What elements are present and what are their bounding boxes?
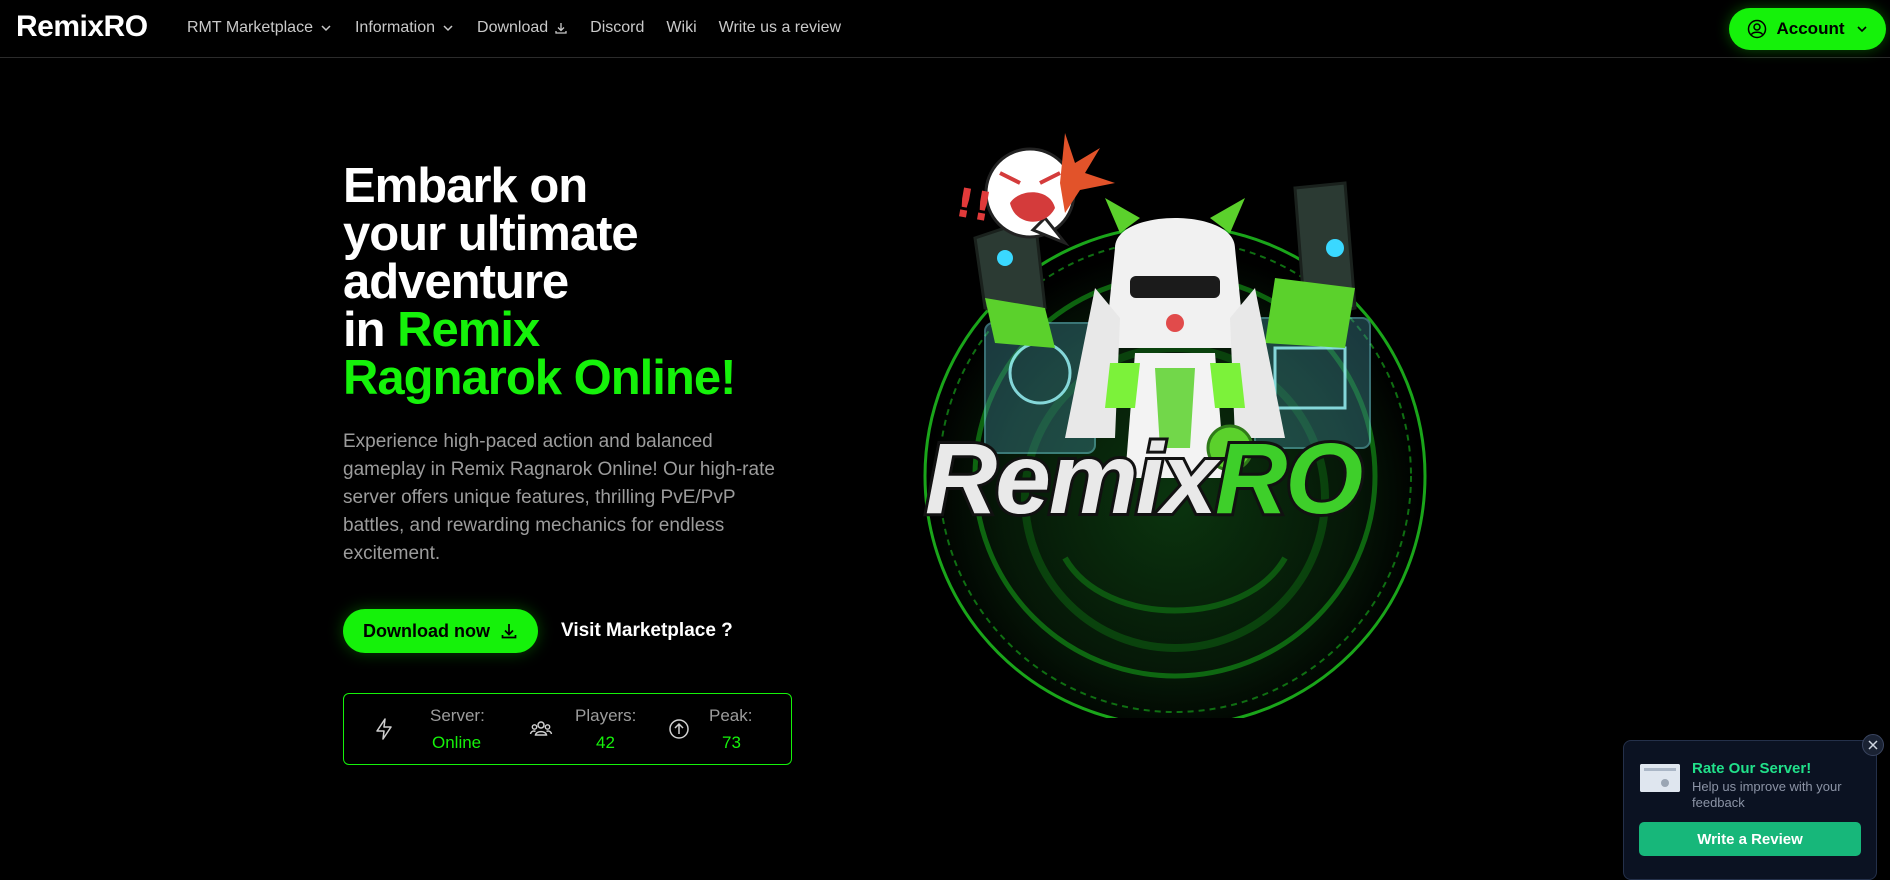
hero-title: Embark on your ultimate adventure in Rem… <box>343 159 736 405</box>
svg-text:!!: !! <box>952 180 996 232</box>
logo-text-white: Remix <box>925 423 1221 535</box>
review-subtitle: Help us improve with your feedback <box>1692 779 1842 810</box>
server-stats-box: Server: Online Players: 42 Peak: 73 <box>343 693 792 765</box>
nav-item-wiki[interactable]: Wiki <box>666 19 696 37</box>
peak-value: 73 <box>722 733 741 752</box>
server-status-value: Online <box>432 733 482 752</box>
close-popup-button[interactable] <box>1862 734 1884 756</box>
download-icon <box>555 23 567 34</box>
nav-item-discord[interactable]: Discord <box>590 19 644 37</box>
hero-title-line: Embark on <box>343 159 588 213</box>
nav-item-write-review[interactable]: Write us a review <box>719 19 841 37</box>
logo-text-green: RO <box>1215 423 1362 535</box>
remixro-mascot-logo-art: !! RemixRO <box>922 133 1427 718</box>
top-nav: RemixRO RMT Marketplace Information Down… <box>0 0 1890 58</box>
nav-item-rmt-marketplace[interactable]: RMT Marketplace <box>187 19 333 37</box>
close-icon <box>1868 740 1878 750</box>
hero-title-highlight: Remix <box>397 303 540 357</box>
user-circle-icon <box>1747 19 1766 39</box>
nav-item-label: Wiki <box>666 19 697 36</box>
nav-item-label: RMT Marketplace <box>187 19 313 36</box>
hero-title-highlight: Ragnarok Online! <box>343 351 736 405</box>
write-review-button[interactable]: Write a Review <box>1639 822 1861 856</box>
nav-item-download[interactable]: Download <box>477 19 568 37</box>
arrow-up-circle-icon <box>669 719 689 739</box>
download-now-label: Download now <box>363 620 490 641</box>
lightning-icon <box>376 718 392 740</box>
chevron-down-icon <box>1856 26 1867 33</box>
download-now-button[interactable]: Download now <box>343 609 538 653</box>
nav-item-label: Write us a review <box>718 19 842 36</box>
visit-marketplace-link[interactable]: Visit Marketplace ? <box>561 620 733 642</box>
review-thumbnail <box>1640 764 1680 792</box>
nav-item-label: Discord <box>590 19 645 36</box>
server-label: Server: <box>430 706 485 725</box>
hero-title-line: in <box>343 303 398 357</box>
chevron-down-icon <box>443 25 453 32</box>
nav-item-label: Information <box>354 19 436 36</box>
nav-item-label: Download <box>477 19 549 36</box>
users-icon <box>529 721 553 736</box>
chevron-down-icon <box>321 25 331 32</box>
account-button[interactable]: Account <box>1729 8 1886 50</box>
nav-item-information[interactable]: Information <box>355 19 455 37</box>
site-logo[interactable]: RemixRO <box>16 10 148 44</box>
account-label: Account <box>1776 19 1845 38</box>
review-title: Rate Our Server! <box>1692 760 1812 777</box>
players-label: Players: <box>575 706 637 725</box>
hero-title-line: adventure <box>343 255 569 309</box>
players-value: 42 <box>596 733 615 752</box>
nav-links: RMT Marketplace Information Download Dis… <box>187 19 841 37</box>
svg-text:RemixRO: RemixRO <box>925 423 1362 535</box>
peak-label: Peak: <box>709 706 753 725</box>
rate-server-popup: Rate Our Server! Help us improve with yo… <box>1623 740 1877 880</box>
download-icon <box>501 624 517 639</box>
hero-description: Experience high-paced action and balance… <box>343 431 775 564</box>
hero-title-line: your ultimate <box>343 207 639 261</box>
